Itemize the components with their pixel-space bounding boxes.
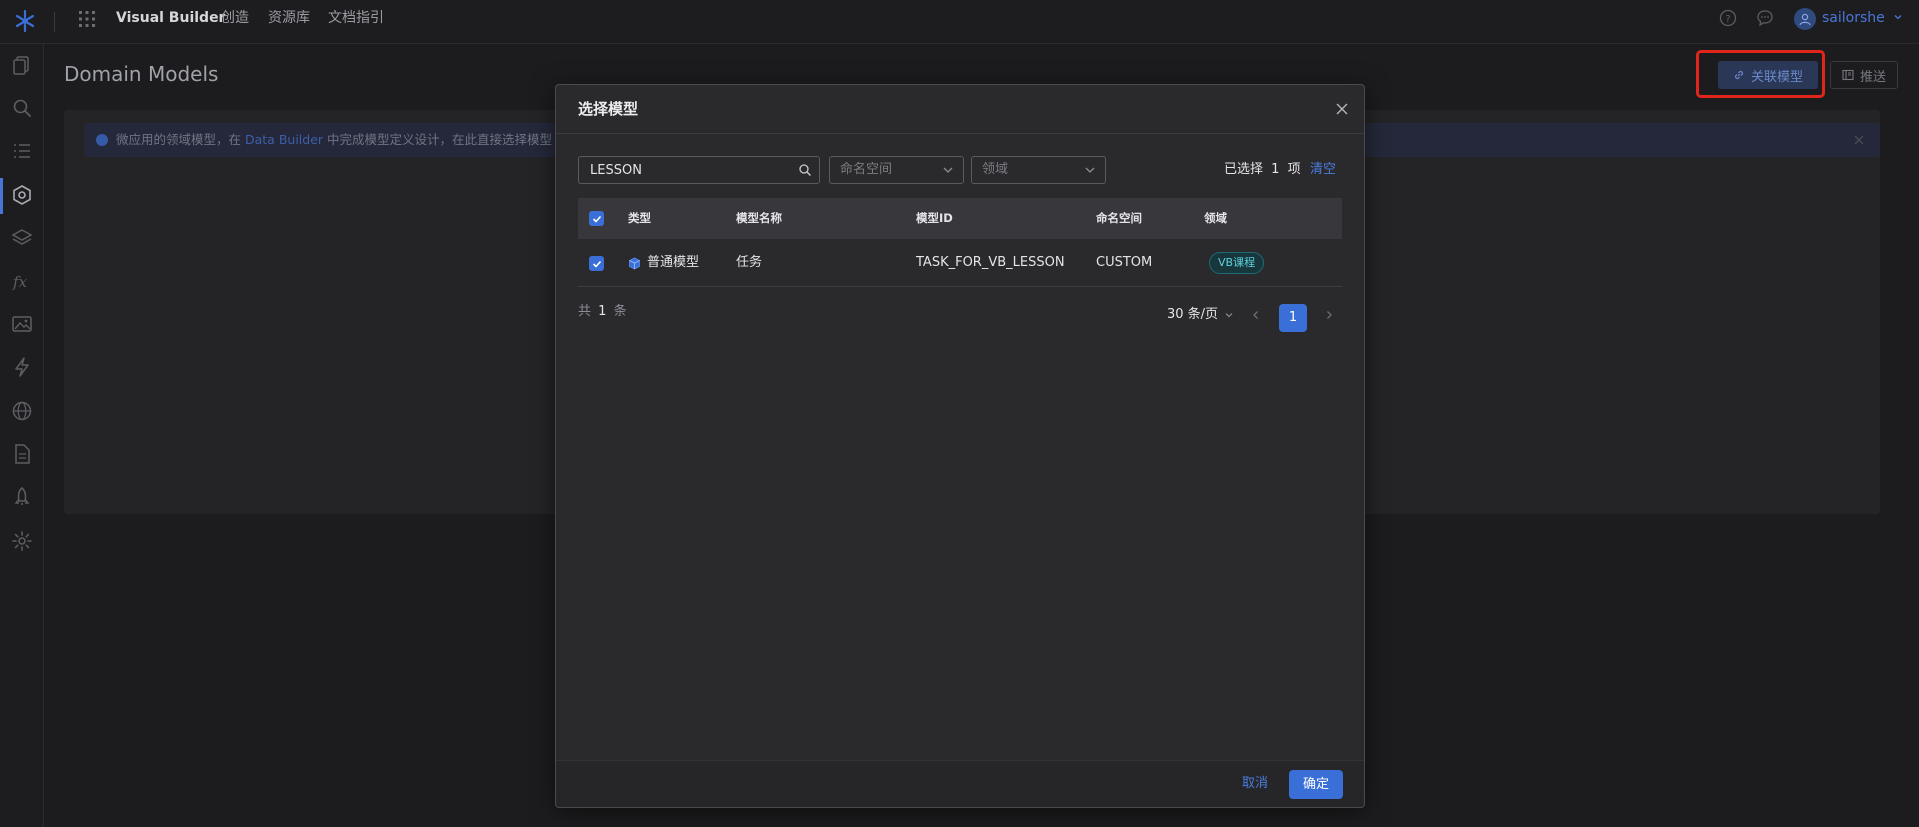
- close-icon[interactable]: [1334, 101, 1350, 117]
- cancel-button[interactable]: 取消: [1242, 770, 1268, 798]
- lightning-icon[interactable]: [11, 356, 33, 378]
- nav-item-library[interactable]: 资源库: [268, 0, 310, 36]
- chevron-down-icon: [1894, 15, 1902, 20]
- link-icon: [1734, 70, 1744, 80]
- push-icon: [1842, 69, 1854, 81]
- select-all-checkbox[interactable]: [589, 211, 604, 226]
- chevron-right-icon[interactable]: [1323, 309, 1335, 321]
- user-avatar-icon[interactable]: [1794, 8, 1816, 30]
- select-model-dialog: 选择模型 命名空间 领域 已选择 1 项 清空 类型 模型名称 模型ID 命名空…: [555, 84, 1365, 808]
- table-header: 类型 模型名称 模型ID 命名空间 领域: [578, 198, 1342, 239]
- chevron-left-icon[interactable]: [1250, 309, 1262, 321]
- page-size-select[interactable]: 30 条/页: [1167, 305, 1234, 325]
- dialog-title: 选择模型: [578, 100, 639, 118]
- nav-item-docs[interactable]: 文档指引: [328, 0, 384, 36]
- search-field[interactable]: [578, 156, 820, 184]
- info-icon: [96, 134, 108, 146]
- sidebar-active-indicator: [0, 178, 3, 214]
- search-input[interactable]: [579, 157, 789, 183]
- confirm-button[interactable]: 确定: [1289, 770, 1343, 799]
- cell-namespace: CUSTOM: [1096, 255, 1153, 270]
- layers-icon[interactable]: [11, 227, 33, 249]
- domain-tag: VB课程: [1209, 252, 1265, 274]
- message-icon[interactable]: [1756, 9, 1774, 27]
- check-icon: [592, 260, 601, 268]
- column-model-id: 模型ID: [916, 211, 953, 225]
- user-name-label: sailorshe: [1822, 10, 1885, 26]
- cell-model-name: 任务: [736, 255, 763, 270]
- chevron-down-icon: [1225, 313, 1233, 318]
- link-model-button[interactable]: 关联模型: [1718, 61, 1818, 89]
- cell-model-id: TASK_FOR_VB_LESSON: [916, 255, 1065, 270]
- table-row[interactable]: 普通模型 任务 TASK_FOR_VB_LESSON CUSTOM VB课程: [578, 239, 1342, 287]
- info-text-prefix: 微应用的领域模型，在: [116, 132, 242, 147]
- info-text-suffix: 中完成模型定义设计，在此直接选择模型: [327, 132, 553, 147]
- chevron-down-icon: [1085, 167, 1095, 173]
- namespace-select[interactable]: 命名空间: [829, 156, 964, 184]
- svg-text:?: ?: [1725, 14, 1730, 25]
- close-icon[interactable]: [1852, 133, 1866, 147]
- page-title: Domain Models: [64, 62, 219, 86]
- help-icon[interactable]: ?: [1719, 9, 1737, 27]
- info-text: 微应用的领域模型，在 Data Builder 中完成模型定义设计，在此直接选择…: [116, 123, 552, 157]
- app-grid-icon[interactable]: [78, 10, 96, 28]
- dialog-header: 选择模型: [556, 85, 1364, 134]
- link-model-label: 关联模型: [1750, 69, 1803, 85]
- model-type: 普通模型: [647, 255, 700, 270]
- page-size-label: 30 条/页: [1167, 307, 1219, 322]
- function-icon[interactable]: fx: [11, 270, 33, 292]
- total-count: 共 1 条: [578, 302, 627, 322]
- domain-placeholder: 领域: [982, 162, 1009, 177]
- namespace-placeholder: 命名空间: [840, 162, 893, 177]
- row-checkbox[interactable]: [589, 256, 604, 271]
- search-icon[interactable]: [11, 97, 33, 119]
- domain-select[interactable]: 领域: [971, 156, 1106, 184]
- selected-suffix: 项: [1287, 162, 1301, 177]
- total-number: 1: [598, 304, 607, 319]
- selected-number: 1: [1271, 162, 1280, 177]
- user-name[interactable]: sailorshe: [1822, 0, 1903, 36]
- sidebar: fx: [0, 44, 44, 827]
- globe-icon[interactable]: [11, 400, 33, 422]
- push-label: 推送: [1859, 69, 1886, 85]
- column-domain: 领域: [1204, 211, 1227, 225]
- nav-item-create[interactable]: 创造: [221, 0, 249, 36]
- selected-prefix: 已选择: [1224, 162, 1264, 177]
- settings-icon[interactable]: [11, 530, 33, 552]
- dialog-footer: 取消 确定: [556, 760, 1364, 807]
- column-model-name: 模型名称: [736, 211, 782, 225]
- selected-count: 已选择 1 项: [1224, 156, 1301, 184]
- divider: [54, 12, 55, 32]
- document-icon[interactable]: [11, 443, 33, 465]
- pages-icon[interactable]: [11, 54, 33, 76]
- total-prefix: 共: [578, 304, 592, 319]
- data-builder-link[interactable]: Data Builder: [245, 132, 323, 147]
- chevron-down-icon: [943, 167, 953, 173]
- rocket-icon[interactable]: [11, 486, 33, 508]
- domain-model-icon[interactable]: [11, 184, 33, 206]
- cell-type: 普通模型: [628, 239, 699, 287]
- brand-title[interactable]: Visual Builder: [116, 0, 225, 36]
- svg-text:fx: fx: [12, 273, 28, 291]
- logo-icon[interactable]: [12, 8, 38, 34]
- clear-button[interactable]: 清空: [1310, 156, 1336, 184]
- page-number-button[interactable]: 1: [1279, 304, 1307, 332]
- total-suffix: 条: [613, 304, 627, 319]
- search-icon[interactable]: [798, 163, 812, 177]
- push-button[interactable]: 推送: [1830, 61, 1898, 89]
- list-icon[interactable]: [11, 140, 33, 162]
- image-icon[interactable]: [11, 313, 33, 335]
- column-namespace: 命名空间: [1096, 211, 1142, 225]
- column-type: 类型: [628, 211, 651, 225]
- top-bar: Visual Builder 创造 资源库 文档指引 ? sailorshe: [0, 0, 1919, 44]
- check-icon: [592, 215, 601, 223]
- cube-icon: [629, 257, 640, 269]
